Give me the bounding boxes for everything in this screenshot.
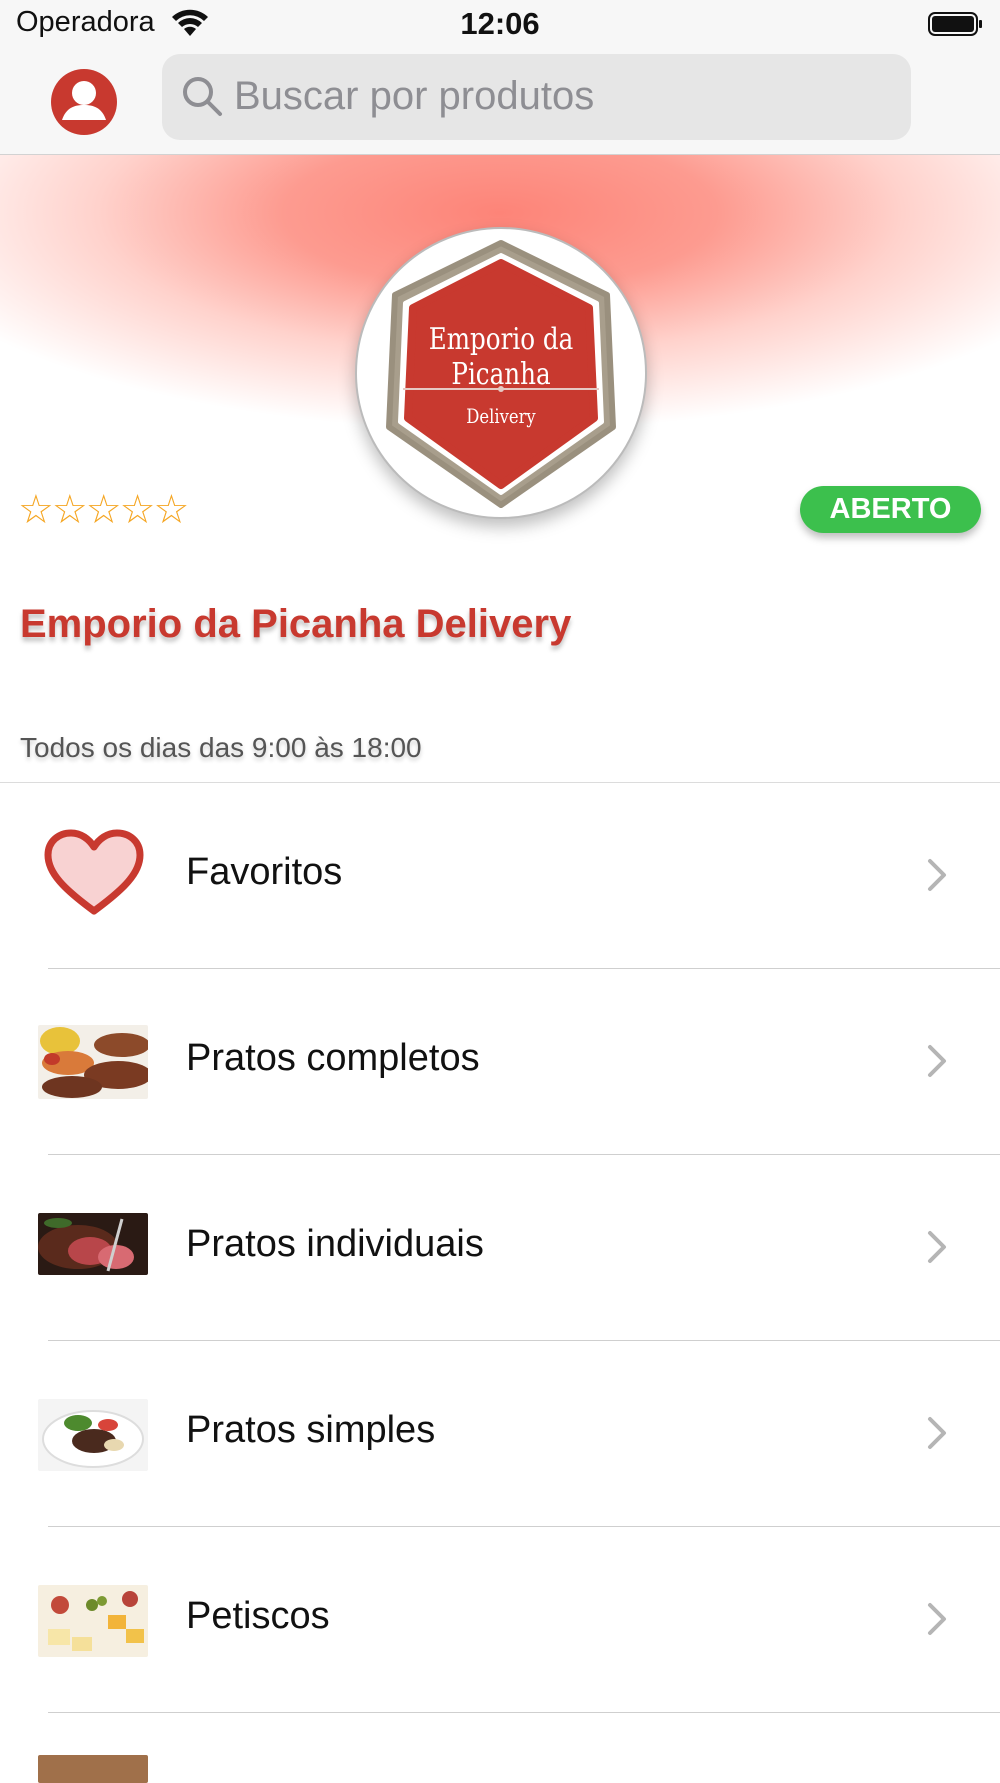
search-placeholder: Buscar por produtos	[234, 74, 595, 118]
chevron-right-icon	[928, 859, 946, 891]
category-row-pratos-completos[interactable]: Pratos completos	[0, 969, 1000, 1155]
rating-stars: ☆☆☆☆☆	[18, 488, 189, 532]
category-label: Pratos simples	[186, 1409, 436, 1451]
heart-icon	[44, 829, 144, 915]
category-label: Petiscos	[186, 1595, 330, 1637]
user-profile-icon[interactable]	[50, 68, 118, 136]
status-bar: Operadora 12:06	[0, 0, 1000, 50]
food-thumbnail-icon	[38, 1755, 148, 1783]
category-label: Pratos completos	[186, 1037, 480, 1079]
chevron-right-icon	[928, 1603, 946, 1635]
category-label: Pratos individuais	[186, 1223, 484, 1265]
store-name: Emporio da Picanha Delivery	[20, 602, 572, 646]
food-thumbnail-icon	[38, 1025, 148, 1099]
category-row-favoritos[interactable]: Favoritos	[0, 783, 1000, 969]
logo-subtitle: Delivery	[466, 404, 536, 428]
category-row-petiscos[interactable]: Petiscos	[0, 1527, 1000, 1713]
food-thumbnail-icon	[38, 1399, 148, 1471]
category-row-pratos-individuais[interactable]: Pratos individuais	[0, 1155, 1000, 1341]
category-row-partial[interactable]	[0, 1713, 1000, 1783]
category-row-pratos-simples[interactable]: Pratos simples	[0, 1341, 1000, 1527]
search-icon	[183, 77, 222, 116]
battery-icon	[928, 12, 982, 36]
logo-title: Emporio da Picanha	[428, 322, 574, 392]
category-label: Favoritos	[186, 851, 343, 893]
navigation-bar: Buscar por produtos	[0, 50, 1000, 155]
food-thumbnail-icon	[38, 1213, 148, 1275]
chevron-right-icon	[928, 1417, 946, 1449]
food-thumbnail-icon	[38, 1585, 148, 1657]
clock: 12:06	[460, 6, 540, 41]
store-logo: Emporio da Picanha Delivery	[355, 227, 647, 519]
chevron-right-icon	[928, 1045, 946, 1077]
chevron-right-icon	[928, 1231, 946, 1263]
open-status-badge: ABERTO	[800, 486, 981, 533]
search-bar[interactable]: Buscar por produtos	[162, 54, 911, 140]
store-hours: Todos os dias das 9:00 às 18:00	[20, 732, 422, 763]
